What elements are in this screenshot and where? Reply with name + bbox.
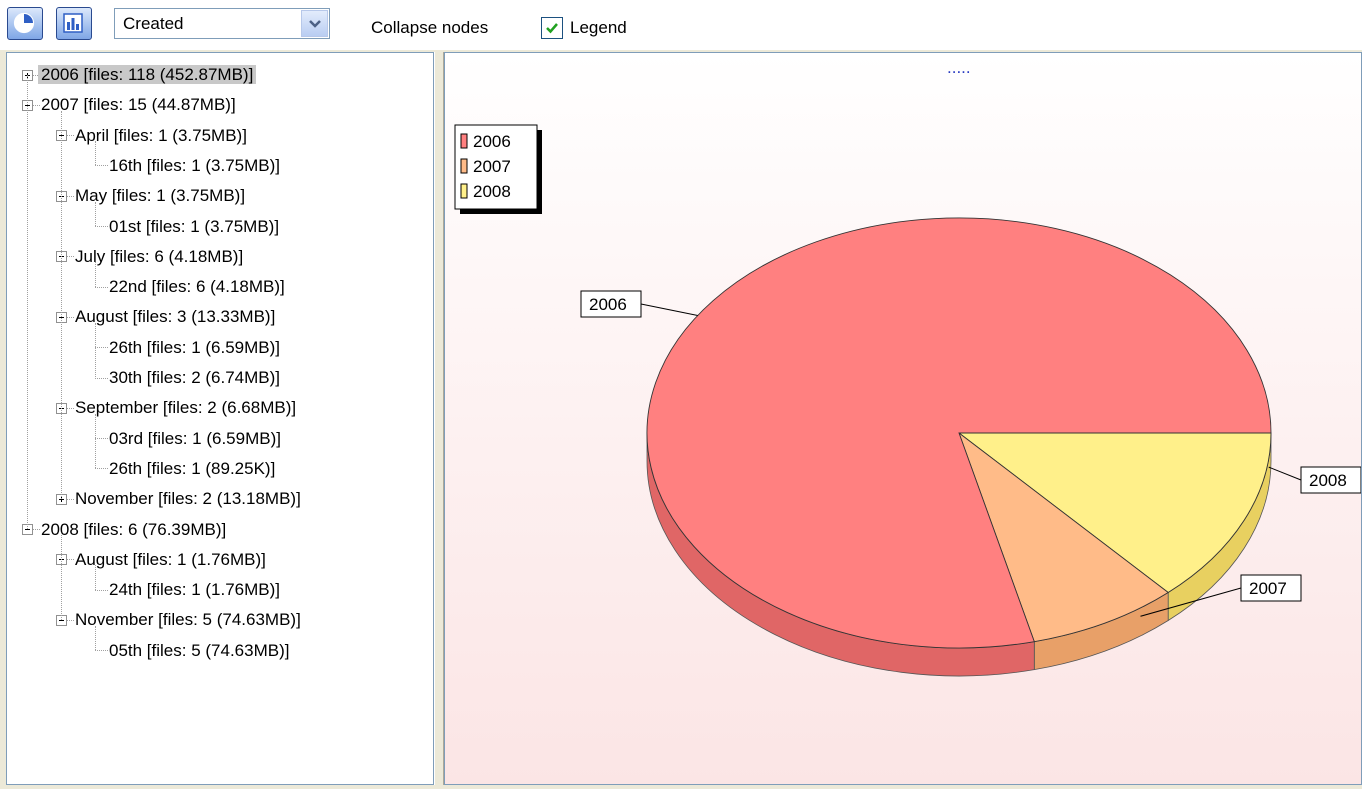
toolbar: Created Collapse nodes Legend xyxy=(0,0,1362,50)
tree-node-label: 03rd [files: 1 (6.59MB)] xyxy=(109,428,281,448)
tree-node-label: November [files: 5 (74.63MB)] xyxy=(75,610,301,630)
group-by-value: Created xyxy=(123,14,184,33)
tree-node-label: 26th [files: 1 (89.25K)] xyxy=(109,458,276,478)
checkmark-icon xyxy=(546,23,558,34)
tree-node[interactable]: August [files: 3 (13.33MB)] xyxy=(72,303,278,330)
legend-swatch-2007 xyxy=(460,158,468,174)
tree-node[interactable]: April [files: 1 (3.75MB)] xyxy=(72,122,250,149)
collapse-nodes-label[interactable]: Collapse nodes xyxy=(371,18,488,38)
tree-node[interactable]: 30th [files: 2 (6.74MB)] xyxy=(106,364,283,391)
tree-node[interactable]: November [files: 2 (13.18MB)] xyxy=(72,485,304,512)
tree-node-label: 24th [files: 1 (1.76MB)] xyxy=(109,580,281,600)
tree-node[interactable]: 24th [files: 1 (1.76MB)] xyxy=(106,576,283,603)
tree-node-label: July [files: 6 (4.18MB)] xyxy=(75,246,244,266)
tree-node[interactable]: 26th [files: 1 (89.25K)] xyxy=(106,455,278,482)
pie-chart: 2008 2007 2006..... 2006 2007 2008 xyxy=(454,58,1362,677)
tree-node-label: 01st [files: 1 (3.75MB)] xyxy=(109,216,280,236)
group-by-select[interactable]: Created xyxy=(114,8,330,39)
tree-node[interactable]: July [files: 6 (4.18MB)] xyxy=(72,243,246,270)
tree-node[interactable]: May [files: 1 (3.75MB)] xyxy=(72,182,248,209)
tree-connector xyxy=(61,110,62,499)
pie-chart-button[interactable] xyxy=(7,7,43,40)
tree-node[interactable]: August [files: 1 (1.76MB)] xyxy=(72,546,269,573)
tree-node[interactable]: 22nd [files: 6 (4.18MB)] xyxy=(106,273,288,300)
tree-node-label: August [files: 3 (13.33MB)] xyxy=(75,307,276,327)
tree-node-label: 22nd [files: 6 (4.18MB)] xyxy=(109,277,285,297)
chart-title: ..... xyxy=(947,58,971,77)
date-tree[interactable]: 2006 [files: 118 (452.87MB)] 2007 [files:… xyxy=(6,52,434,785)
tree-node[interactable]: 05th [files: 5 (74.63MB)] xyxy=(106,637,292,664)
tree-node[interactable]: November [files: 5 (74.63MB)] xyxy=(72,606,304,633)
tree-node[interactable]: 2007 [files: 15 (44.87MB)] xyxy=(38,91,239,118)
tree-node[interactable]: 01st [files: 1 (3.75MB)] xyxy=(106,213,282,240)
tree-connector xyxy=(95,322,96,378)
data-label-2007: 2007 xyxy=(1249,579,1287,598)
tree-node[interactable]: September [files: 2 (6.68MB)] xyxy=(72,394,299,421)
tree-node-label: April [files: 1 (3.75MB)] xyxy=(75,125,247,145)
tree-connector xyxy=(95,413,96,469)
tree-node-label: 30th [files: 2 (6.74MB)] xyxy=(109,368,281,387)
legend-label[interactable]: Legend xyxy=(570,18,627,38)
legend-swatch-2008 xyxy=(460,183,468,199)
tree-node-label: 26th [files: 1 (6.59MB)] xyxy=(109,337,281,357)
pie-chart-icon xyxy=(13,12,35,34)
tree-node-label: November [files: 2 (13.18MB)] xyxy=(75,489,301,509)
tree-node[interactable]: 16th [files: 1 (3.75MB)] xyxy=(106,152,283,179)
tree-node[interactable]: 26th [files: 1 (6.59MB)] xyxy=(106,334,283,361)
legend-swatch-2006 xyxy=(460,133,468,149)
tree-node-label: 05th [files: 5 (74.63MB)] xyxy=(109,640,290,660)
tree-connector xyxy=(61,535,62,620)
bar-chart-icon xyxy=(63,13,83,33)
tree-node[interactable]: 2008 [files: 6 (76.39MB)] xyxy=(38,516,229,543)
tree-node-label: August [files: 1 (1.76MB)] xyxy=(75,549,266,569)
group-by-dropdown-button[interactable] xyxy=(301,10,328,37)
tree-node[interactable]: 03rd [files: 1 (6.59MB)] xyxy=(106,425,284,452)
data-label-2006: 2006 xyxy=(589,295,627,314)
bar-chart-button[interactable] xyxy=(56,7,92,40)
tree-node-label: 2006 [files: 118 (452.87MB)] xyxy=(38,65,257,84)
tree-node-label: September [files: 2 (6.68MB)] xyxy=(75,398,297,418)
label-leader-2006 xyxy=(640,303,698,316)
legend-checkbox[interactable] xyxy=(541,17,563,39)
data-label-2008: 2008 xyxy=(1309,471,1347,490)
tree-node-label: 2007 [files: 15 (44.87MB)] xyxy=(41,95,236,115)
tree-node-label: 2008 [files: 6 (76.39MB)] xyxy=(41,519,227,539)
tree-node-label: 16th [files: 1 (3.75MB)] xyxy=(109,155,281,175)
label-leader-2008 xyxy=(1268,466,1302,481)
legend-entry-2007: 2007 xyxy=(473,157,511,176)
pie-chart-area: 2008 2007 2006..... 2006 2007 2008 xyxy=(444,52,1362,785)
splitter[interactable] xyxy=(434,52,444,785)
chevron-down-icon xyxy=(309,20,321,28)
tree-node[interactable]: 2006 [files: 118 (452.87MB)] xyxy=(38,61,257,88)
legend-entry-2008: 2008 xyxy=(473,182,511,201)
legend-entry-2006: 2006 xyxy=(473,132,511,151)
tree-node-label: May [files: 1 (3.75MB)] xyxy=(75,186,246,206)
tree-connector xyxy=(27,74,28,529)
